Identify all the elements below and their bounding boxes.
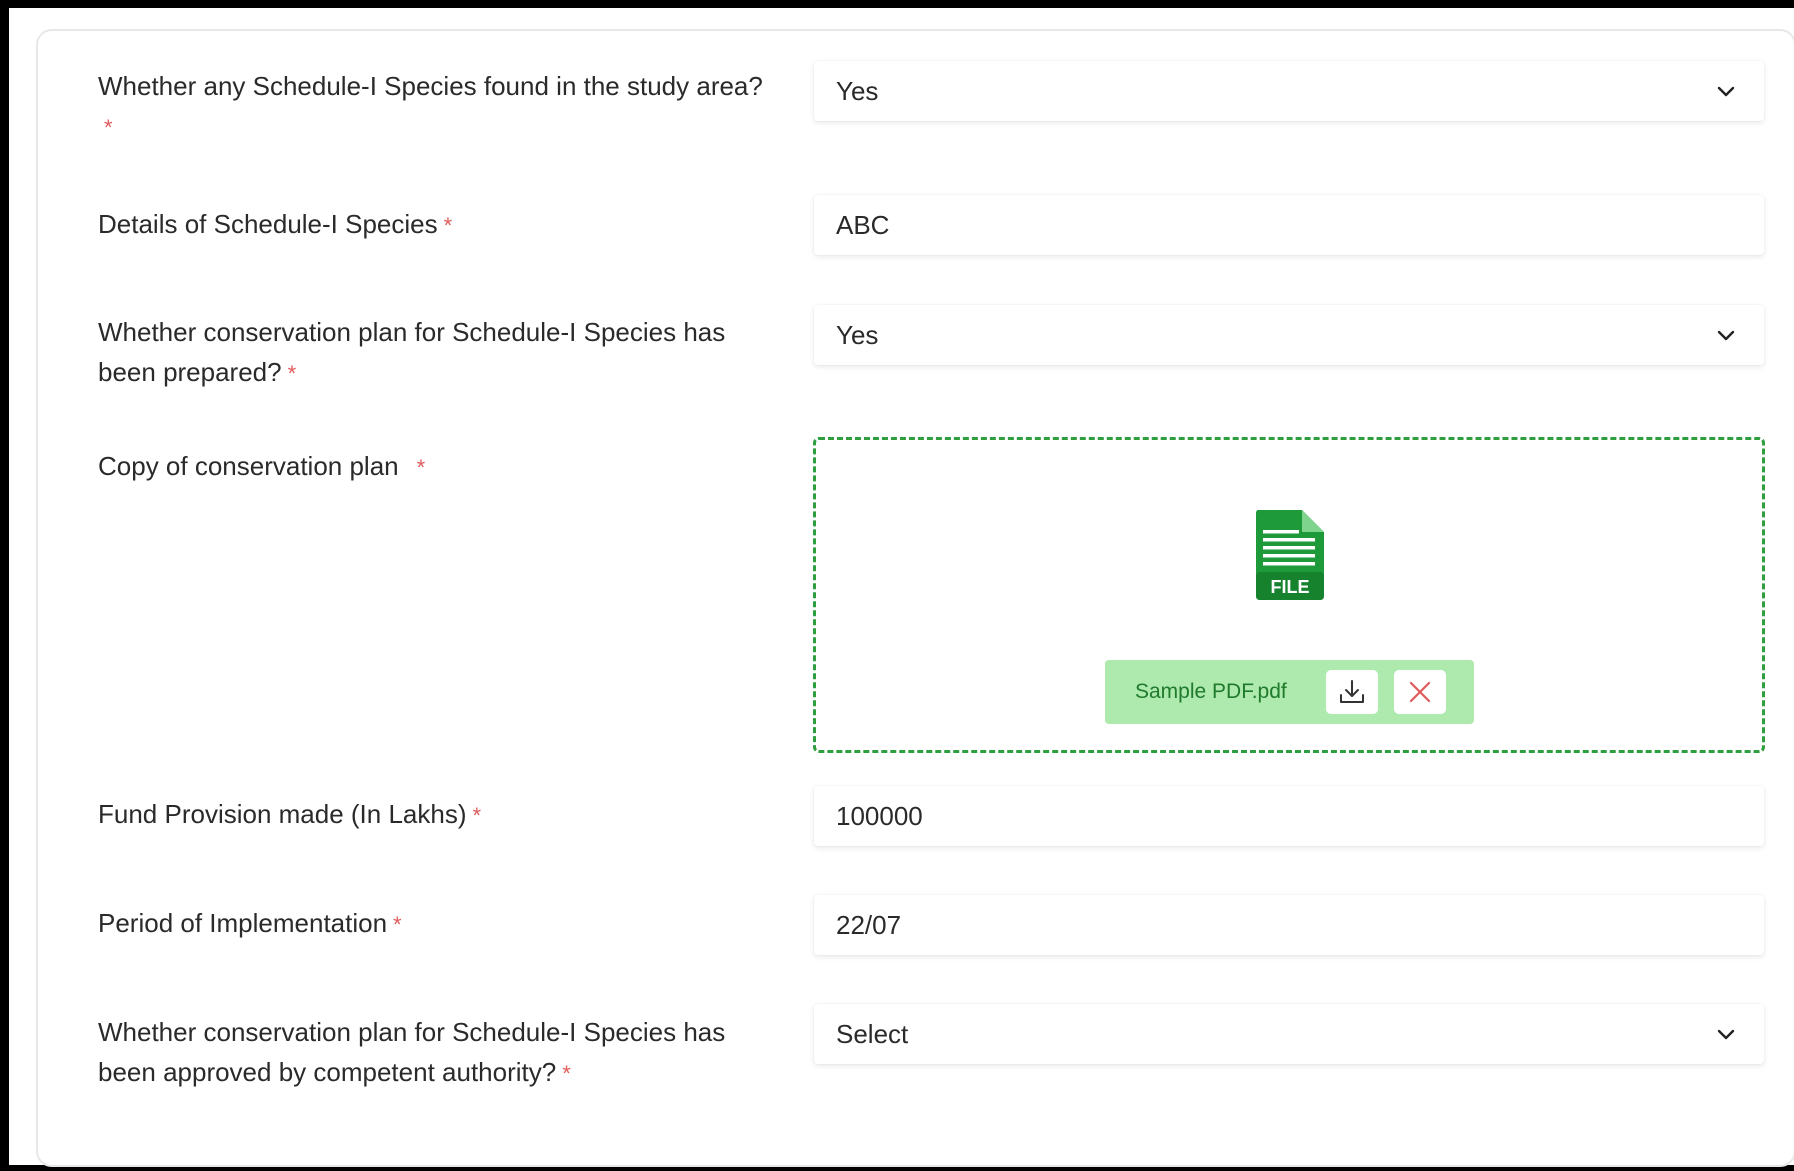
- close-icon: [1409, 681, 1431, 703]
- schedule-species-found-select[interactable]: Yes: [814, 61, 1764, 121]
- required-mark: *: [416, 455, 426, 480]
- implementation-period-label-text: Period of Implementation: [98, 908, 388, 938]
- plan-prepared-label: Whether conservation plan for Schedule-I…: [98, 312, 768, 394]
- required-mark: *: [287, 361, 297, 386]
- required-mark: *: [443, 213, 453, 238]
- fund-provision-input[interactable]: 100000: [814, 786, 1764, 846]
- required-mark: *: [104, 115, 113, 140]
- schedule-species-found-label: Whether any Schedule-I Species found in …: [98, 66, 768, 148]
- plan-copy-label: Copy of conservation plan *: [98, 446, 768, 488]
- uploaded-file-chip: Sample PDF.pdf: [1105, 660, 1474, 724]
- file-upload-dropzone[interactable]: FILE Sample PDF.pdf: [813, 437, 1765, 753]
- required-mark: *: [393, 912, 402, 937]
- fund-provision-label: Fund Provision made (In Lakhs) *: [98, 794, 768, 836]
- plan-approved-select[interactable]: Select: [814, 1004, 1764, 1064]
- implementation-period-input[interactable]: 22/07: [814, 895, 1764, 955]
- species-details-value: ABC: [836, 210, 890, 240]
- fund-provision-label-text: Fund Provision made (In Lakhs): [98, 799, 467, 829]
- uploaded-file-name: Sample PDF.pdf: [1135, 680, 1287, 703]
- plan-prepared-select[interactable]: Yes: [814, 305, 1764, 365]
- implementation-period-label: Period of Implementation *: [98, 903, 768, 945]
- species-details-label: Details of Schedule-I Species *: [98, 204, 768, 246]
- schedule-species-found-value: Yes: [836, 76, 879, 106]
- plan-approved-value: Select: [836, 1019, 909, 1049]
- window-frame: Whether any Schedule-I Species found in …: [0, 0, 1794, 1171]
- download-file-button[interactable]: [1326, 670, 1378, 714]
- schedule-species-found-label-text: Whether any Schedule-I Species found in …: [98, 71, 763, 101]
- plan-approved-label: Whether conservation plan for Schedule-I…: [98, 1012, 768, 1094]
- plan-prepared-value: Yes: [836, 320, 879, 350]
- fund-provision-value: 100000: [836, 801, 923, 831]
- chevron-down-icon: [1717, 86, 1735, 97]
- file-icon-caption: FILE: [1271, 577, 1310, 597]
- chevron-down-icon: [1717, 1029, 1735, 1040]
- required-mark: *: [472, 803, 482, 828]
- implementation-period-value: 22/07: [836, 910, 902, 940]
- plan-approved-label-text: Whether conservation plan for Schedule-I…: [98, 1017, 726, 1087]
- plan-prepared-label-text: Whether conservation plan for Schedule-I…: [98, 317, 726, 387]
- species-details-input[interactable]: ABC: [814, 195, 1764, 255]
- file-document-icon: FILE: [1256, 510, 1324, 600]
- chevron-down-icon: [1717, 330, 1735, 341]
- download-icon: [1340, 680, 1364, 703]
- species-details-label-text: Details of Schedule-I Species: [98, 209, 438, 239]
- required-mark: *: [562, 1061, 571, 1086]
- plan-copy-label-text: Copy of conservation plan: [98, 451, 399, 481]
- remove-file-button[interactable]: [1394, 670, 1446, 714]
